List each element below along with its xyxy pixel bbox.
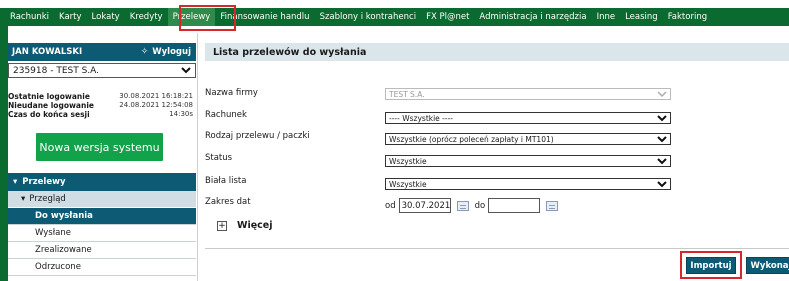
failed-login-label: Nieudane logowanie	[8, 101, 94, 110]
nav-fx-planet[interactable]: FX Pl@net	[421, 8, 474, 26]
chevron-down-icon	[657, 114, 667, 121]
nav-szablony-i-kontrahenci[interactable]: Szablony i kontrahenci	[315, 8, 422, 26]
whitelist-row: Biała lista Wszystkie	[205, 175, 789, 190]
whitelist-value: Wszystkie	[389, 179, 427, 189]
import-button[interactable]: Importuj	[686, 257, 736, 274]
more-label: Więcej	[237, 220, 273, 231]
nav-leasing[interactable]: Leasing	[620, 8, 663, 26]
sidebar-menu-przeglad-label: Przegląd	[29, 194, 66, 204]
account-value: ---- Wszystkie ----	[389, 113, 454, 123]
sidebar-menu-przeglad[interactable]: ▾ Przegląd	[8, 191, 196, 208]
nav-faktoring[interactable]: Faktoring	[663, 8, 712, 26]
status-label: Status	[205, 153, 233, 163]
sidebar-item-do-wyslania[interactable]: Do wysłania	[8, 208, 196, 225]
plus-icon: +	[217, 220, 227, 231]
status-select[interactable]: Wszystkie	[385, 155, 671, 167]
logout-icon: ✧	[140, 47, 149, 57]
chevron-down-icon	[181, 67, 191, 74]
date-from-input[interactable]: 30.07.2021	[398, 198, 451, 213]
chevron-down-icon	[657, 90, 667, 97]
nav-karty[interactable]: Karty	[54, 8, 87, 26]
account-row: Rachunek ---- Wszystkie ----	[205, 109, 789, 124]
nav-finansowanie-handlu[interactable]: Finansowanie handlu	[215, 8, 314, 26]
account-select[interactable]: 235918 - TEST S.A.	[8, 63, 196, 78]
nav-administracja[interactable]: Administracja i narzędzia	[474, 8, 591, 26]
left-border	[0, 26, 8, 281]
nav-przelewy[interactable]: Przelewy	[167, 8, 216, 26]
user-bar: JAN KOWALSKI ✧ Wyloguj	[8, 43, 196, 61]
account-select-value: 235918 - TEST S.A.	[13, 65, 100, 76]
caret-down-icon: ▾	[21, 194, 26, 204]
sidebar-item-wyslane[interactable]: Wysłane	[8, 225, 196, 242]
company-value: TEST S.A.	[389, 89, 425, 99]
company-row: Nazwa firmy TEST S.A.	[205, 87, 789, 101]
nav-inne[interactable]: Inne	[592, 8, 621, 26]
type-row: Rodzaj przelewu / paczki Wszystkie (opró…	[205, 130, 789, 145]
date-from-label: od	[385, 200, 396, 211]
account-select-main[interactable]: ---- Wszystkie ----	[385, 112, 671, 124]
sidebar-menu-przelewy-label: Przelewy	[22, 177, 66, 187]
whitelist-label: Biała lista	[205, 176, 247, 186]
date-to-label: do	[474, 200, 486, 211]
logout-label: Wyloguj	[152, 47, 191, 57]
last-login-value: 30.08.2021 16:18:21	[119, 92, 193, 100]
company-select: TEST S.A.	[385, 88, 671, 100]
login-info: Ostatnie logowanie 30.08.2021 16:18:21 N…	[8, 92, 196, 119]
type-label: Rodzaj przelewu / paczki	[205, 131, 310, 141]
sidebar-item-zrealizowane[interactable]: Zrealizowane	[8, 242, 196, 259]
chevron-down-icon	[657, 135, 667, 142]
company-label: Nazwa firmy	[205, 88, 258, 98]
date-to-input[interactable]	[488, 198, 541, 213]
nav-kredyty[interactable]: Kredyty	[125, 8, 168, 26]
page-title: Lista przelewów do wysłania	[205, 43, 789, 61]
execute-button[interactable]: Wykonaj	[746, 257, 789, 274]
date-range-label: Zakres dat	[205, 197, 251, 207]
sidebar-divider	[197, 33, 198, 281]
last-login-label: Ostatnie logowanie	[8, 92, 90, 101]
calendar-icon[interactable]	[546, 200, 559, 211]
caret-down-icon: ▾	[13, 177, 18, 187]
more-toggle[interactable]: + Więcej	[217, 220, 273, 231]
session-time-label: Czas do końca sesji	[8, 110, 90, 119]
sidebar-menu-przelewy[interactable]: ▾ Przelewy	[8, 173, 196, 191]
calendar-icon[interactable]	[456, 200, 469, 211]
form-divider	[205, 248, 789, 249]
type-value: Wszystkie (oprócz poleceń zapłaty i MT10…	[389, 134, 554, 144]
new-version-button[interactable]: Nowa wersja systemu	[36, 133, 163, 161]
session-time-value: 14:30s	[169, 110, 193, 118]
status-row: Status Wszystkie	[205, 152, 789, 167]
whitelist-select[interactable]: Wszystkie	[385, 178, 671, 190]
main-navigation: Rachunki Karty Lokaty Kredyty Przelewy F…	[0, 8, 789, 26]
sidebar: JAN KOWALSKI ✧ Wyloguj 235918 - TEST S.A…	[8, 43, 196, 281]
account-label: Rachunek	[205, 110, 247, 120]
top-bar: Rachunki Karty Lokaty Kredyty Przelewy F…	[0, 0, 789, 33]
type-select[interactable]: Wszystkie (oprócz poleceń zapłaty i MT10…	[385, 133, 671, 145]
user-name: JAN KOWALSKI	[12, 47, 83, 57]
date-range-row: Zakres dat od 30.07.2021 do	[205, 196, 789, 213]
sidebar-item-odrzucone[interactable]: Odrzucone	[8, 259, 196, 276]
status-value: Wszystkie	[389, 156, 427, 166]
nav-lokaty[interactable]: Lokaty	[87, 8, 125, 26]
logout-button[interactable]: ✧ Wyloguj	[141, 47, 191, 57]
failed-login-value: 24.08.2021 12:54:08	[119, 101, 193, 109]
chevron-down-icon	[657, 157, 667, 164]
date-range-controls: od 30.07.2021 do	[385, 198, 561, 213]
nav-rachunki[interactable]: Rachunki	[5, 8, 54, 26]
main-panel: Lista przelewów do wysłania Nazwa firmy …	[205, 43, 789, 281]
chevron-down-icon	[657, 180, 667, 187]
